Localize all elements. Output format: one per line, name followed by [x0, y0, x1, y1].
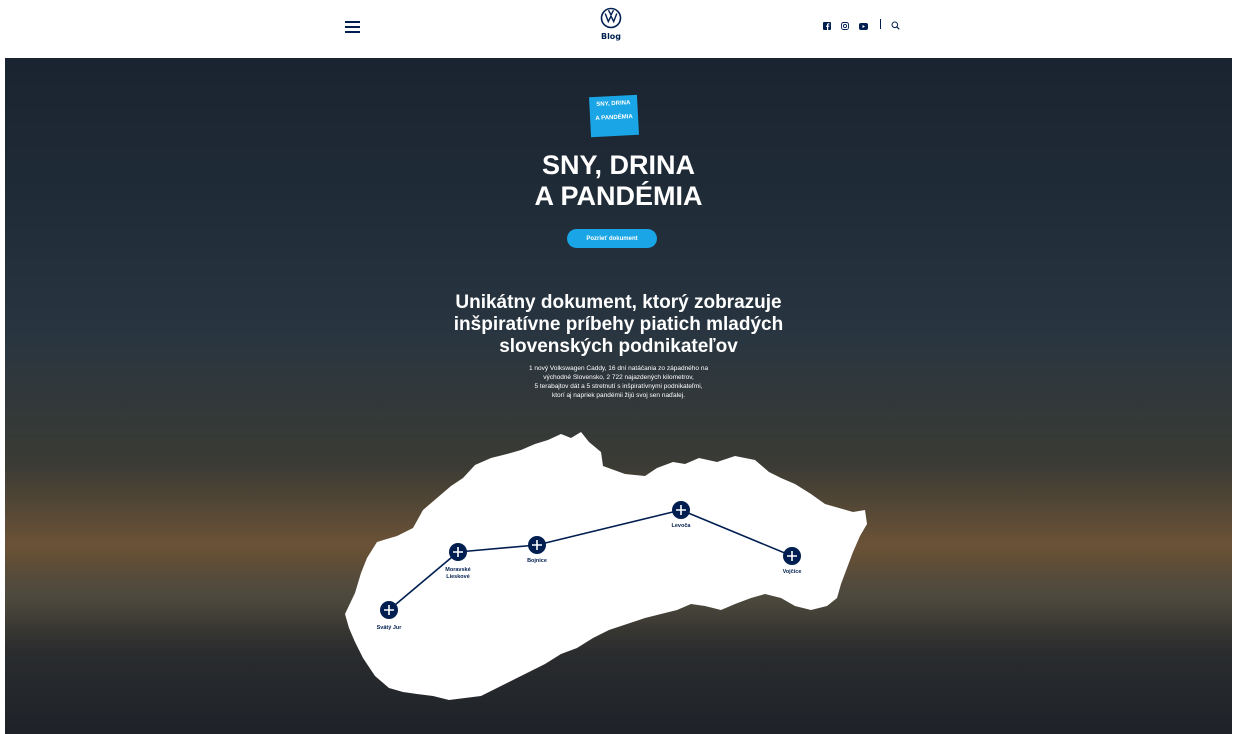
slovakia-map: Svätý Jur Moravské Lieskové Bojnice Levo…: [345, 432, 867, 700]
logo-text: Blog: [600, 32, 622, 41]
marker-label: Vojčice: [783, 569, 802, 575]
marker-label-line2: Lieskové: [446, 574, 470, 580]
youtube-icon[interactable]: [859, 15, 868, 34]
site-header: Blog: [0, 0, 1237, 58]
hero-section: SNY, DRINA A PANDÉMIA SNY, DRINA A PANDÉ…: [5, 58, 1232, 734]
marker-label: Svätý Jur: [377, 625, 403, 631]
social-links: [823, 17, 910, 31]
marker-label: Bojnice: [527, 558, 547, 564]
vw-blog-logo[interactable]: Blog: [596, 7, 626, 41]
menu-icon[interactable]: [345, 21, 360, 33]
vw-logo-icon: [600, 7, 622, 29]
marker-bojnice[interactable]: Bojnice: [527, 536, 547, 564]
facebook-icon[interactable]: [823, 15, 831, 34]
marker-levoca[interactable]: Levoča: [672, 501, 692, 529]
search-icon[interactable]: [891, 15, 900, 34]
instagram-icon[interactable]: [841, 15, 849, 34]
marker-vojcice[interactable]: Vojčice: [783, 547, 802, 575]
marker-label: Moravské: [445, 567, 470, 573]
divider: [880, 19, 881, 29]
slovakia-shape: [345, 432, 867, 700]
marker-label: Levoča: [672, 523, 692, 529]
